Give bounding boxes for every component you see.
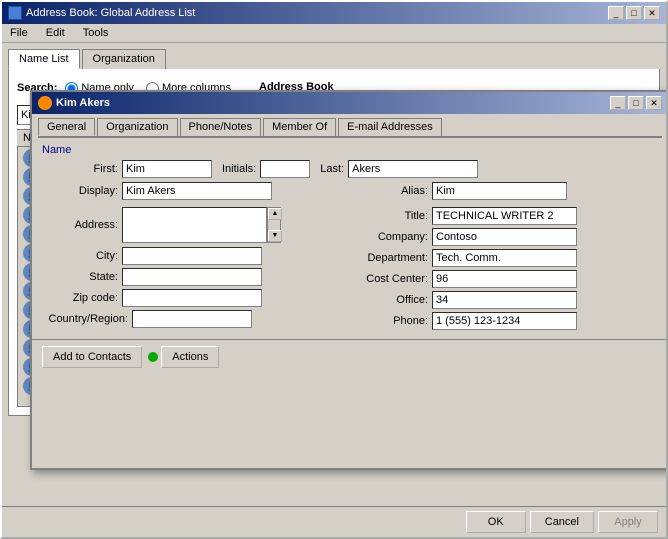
company-label: Company: <box>352 231 432 243</box>
display-row: Display: <box>42 182 348 200</box>
alias-row: Alias: <box>352 182 658 200</box>
title-bar: Address Book: Global Address List _ □ ✕ <box>2 2 666 24</box>
title-input[interactable] <box>432 207 577 225</box>
ok-button[interactable]: OK <box>466 511 526 533</box>
zip-input[interactable] <box>122 289 262 307</box>
minimize-button[interactable]: _ <box>608 6 624 20</box>
phone-row: Phone: <box>352 312 658 330</box>
window-title: Address Book: Global Address List <box>26 7 195 19</box>
first-label: First: <box>42 163 122 175</box>
office-input[interactable] <box>432 291 577 309</box>
menu-tools[interactable]: Tools <box>79 26 113 40</box>
address-field-wrap: ▲ ▼ <box>122 207 281 243</box>
dialog-form: Name First: Initials: Last: Display: Ali… <box>32 138 668 339</box>
dialog-minimize[interactable]: _ <box>610 96 626 110</box>
dialog-person-icon <box>38 96 52 110</box>
apply-button[interactable]: Apply <box>598 511 658 533</box>
address-row: Address: ▲ ▼ <box>42 207 348 243</box>
name-section-label: Name <box>42 144 71 156</box>
dialog-tab-organization[interactable]: Organization <box>97 118 177 136</box>
last-input[interactable] <box>348 160 478 178</box>
state-label: State: <box>42 271 122 283</box>
alias-input[interactable] <box>432 182 567 200</box>
kim-akers-dialog: Kim Akers _ □ ✕ General Organization Pho… <box>30 90 668 470</box>
addr-scroll-up[interactable]: ▲ <box>268 208 282 220</box>
addr-scroll-track <box>268 220 280 230</box>
tab-organization[interactable]: Organization <box>82 49 166 69</box>
menu-edit[interactable]: Edit <box>42 26 69 40</box>
left-column: Address: ▲ ▼ City: <box>42 207 348 333</box>
country-input[interactable] <box>132 310 252 328</box>
dialog-tab-bar: General Organization Phone/Notes Member … <box>32 114 668 136</box>
city-row: City: <box>42 247 348 265</box>
cancel-button[interactable]: Cancel <box>530 511 594 533</box>
right-column: Title: Company: Department: <box>352 207 658 333</box>
phone-label: Phone: <box>352 315 432 327</box>
dialog-tab-phone-notes[interactable]: Phone/Notes <box>180 118 262 136</box>
menu-file[interactable]: File <box>6 26 32 40</box>
main-tab-bar: Name List Organization <box>8 49 660 69</box>
cost-center-label: Cost Center: <box>352 273 432 285</box>
state-row: State: <box>42 268 348 286</box>
display-alias-row: Display: Alias: <box>42 182 658 203</box>
display-input[interactable] <box>122 182 272 200</box>
office-label: Office: <box>352 294 432 306</box>
country-label: Country/Region: <box>42 313 132 325</box>
tab-name-list[interactable]: Name List <box>8 49 80 69</box>
zip-label: Zip code: <box>42 292 122 304</box>
addr-scroll-down[interactable]: ▼ <box>268 230 282 242</box>
add-to-contacts-button[interactable]: Add to Contacts <box>42 346 142 368</box>
department-row: Department: <box>352 249 658 267</box>
last-label: Last: <box>320 163 344 175</box>
initials-label: Initials: <box>222 163 256 175</box>
address-label: Address: <box>42 219 122 231</box>
title-label: Title: <box>352 210 432 222</box>
dialog-maximize[interactable]: □ <box>628 96 644 110</box>
dialog-close[interactable]: ✕ <box>646 96 662 110</box>
display-label: Display: <box>42 185 122 197</box>
first-initials-last-row: First: Initials: Last: <box>42 160 658 178</box>
dialog-bottom: Add to Contacts Actions <box>32 339 668 374</box>
dialog-title: Kim Akers <box>56 97 110 109</box>
address-textarea[interactable] <box>122 207 267 243</box>
phone-input[interactable] <box>432 312 577 330</box>
dialog-tab-general[interactable]: General <box>38 118 95 136</box>
cost-center-row: Cost Center: <box>352 270 658 288</box>
dialog-title-bar: Kim Akers _ □ ✕ <box>32 92 668 114</box>
department-input[interactable] <box>432 249 577 267</box>
city-label: City: <box>42 250 122 262</box>
office-row: Office: <box>352 291 658 309</box>
app-icon <box>8 6 22 20</box>
two-col-form: Address: ▲ ▼ City: <box>42 207 658 333</box>
main-footer: OK Cancel Apply <box>2 506 666 537</box>
zip-row: Zip code: <box>42 289 348 307</box>
menu-bar: File Edit Tools <box>2 24 666 43</box>
close-button[interactable]: ✕ <box>644 6 660 20</box>
dialog-tab-member-of[interactable]: Member Of <box>263 118 336 136</box>
actions-button-wrap: Actions <box>148 346 219 368</box>
country-row: Country/Region: <box>42 310 348 328</box>
cost-center-input[interactable] <box>432 270 577 288</box>
actions-button[interactable]: Actions <box>161 346 219 368</box>
dialog-tab-email-addresses[interactable]: E-mail Addresses <box>338 118 442 136</box>
department-label: Department: <box>352 252 432 264</box>
maximize-button[interactable]: □ <box>626 6 642 20</box>
company-input[interactable] <box>432 228 577 246</box>
green-status-dot <box>148 352 158 362</box>
first-input[interactable] <box>122 160 212 178</box>
city-input[interactable] <box>122 247 262 265</box>
alias-label: Alias: <box>352 185 432 197</box>
company-row: Company: <box>352 228 658 246</box>
initials-input[interactable] <box>260 160 310 178</box>
title-row: Title: <box>352 207 658 225</box>
state-input[interactable] <box>122 268 262 286</box>
